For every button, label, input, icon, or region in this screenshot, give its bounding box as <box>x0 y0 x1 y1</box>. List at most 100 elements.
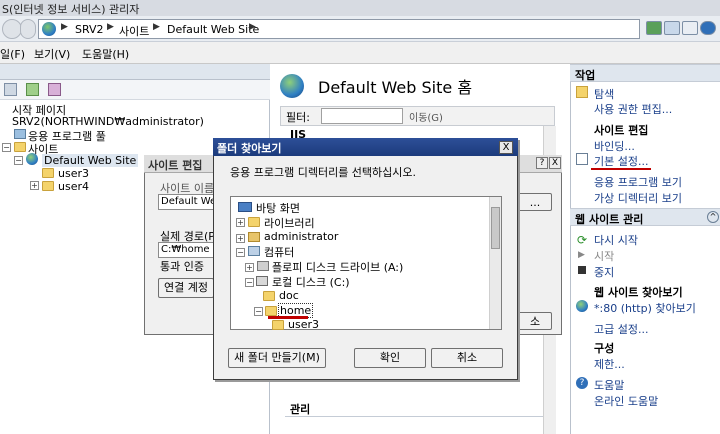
connect-icon[interactable] <box>26 83 39 96</box>
start-link: 시작 <box>594 250 615 263</box>
globe-icon <box>42 22 56 36</box>
help-icon[interactable] <box>700 21 716 35</box>
folder-tree-scrollbar[interactable] <box>489 197 501 329</box>
bindings-link[interactable]: 바인딩... <box>594 138 635 154</box>
globe-icon <box>280 74 304 98</box>
go-button[interactable]: 이동(G) <box>409 109 443 124</box>
connect-as-button[interactable]: 연결 계정 <box>158 278 214 298</box>
expand-icon[interactable]: + <box>30 181 39 190</box>
filter-label: 필터: <box>286 111 310 124</box>
manage-site-header: 웹 사이트 관리 <box>570 208 720 226</box>
chevron-right-icon: ▶ <box>249 22 256 32</box>
expand-icon[interactable]: + <box>236 234 245 243</box>
folder-icon <box>42 168 54 178</box>
forward-button[interactable] <box>20 19 36 39</box>
folder-item-floppy[interactable]: 플로피 디스크 드라이브 (A:) <box>272 259 403 275</box>
edit-site-dialog-title: 사이트 편집 <box>148 159 203 172</box>
stop-icon[interactable] <box>664 21 680 35</box>
folder-item-desktop[interactable]: 바탕 화면 <box>256 200 300 216</box>
cancel-button-partial[interactable]: 소 <box>518 312 552 330</box>
collapse-icon[interactable]: − <box>245 278 254 287</box>
new-folder-button[interactable]: 새 폴더 만들기(M) <box>228 348 326 368</box>
expand-icon[interactable]: + <box>245 263 254 272</box>
browse-80-link[interactable]: *:80 (http) 찾아보기 <box>594 300 696 316</box>
group-manage: 관리 <box>290 403 311 416</box>
filter-input[interactable] <box>321 108 403 124</box>
scroll-thumb[interactable] <box>491 207 500 249</box>
folder-icon <box>14 142 26 152</box>
folder-item-libraries[interactable]: 라이브러리 <box>264 215 315 231</box>
app-pool-icon <box>14 129 26 139</box>
restart-icon: ⟳ <box>577 233 588 247</box>
breadcrumb-server[interactable]: SRV2 <box>75 23 104 36</box>
folder-item-computer[interactable]: 컴퓨터 <box>264 244 294 260</box>
help-link[interactable]: 도움말 <box>594 377 624 393</box>
view-applications-link[interactable]: 응용 프로그램 보기 <box>594 174 682 190</box>
menu-view[interactable]: 보기(V) <box>34 46 70 62</box>
restart-link[interactable]: 다시 시작 <box>594 232 638 248</box>
collapse-icon[interactable]: − <box>14 156 23 165</box>
advanced-settings-link[interactable]: 고급 설정... <box>594 321 648 337</box>
collapse-icon[interactable]: − <box>254 307 263 316</box>
physical-path-field[interactable]: C:₩home <box>158 242 216 258</box>
close-icon[interactable]: X <box>499 141 513 154</box>
window-title: S(인터넷 정보 서비스) 관리자 <box>2 3 140 16</box>
folder-icon <box>42 181 54 191</box>
collapse-icon[interactable]: − <box>236 248 245 257</box>
tree-item-default-web-site[interactable]: Default Web Site <box>42 154 139 167</box>
tree-item-user3[interactable]: user3 <box>58 167 89 180</box>
basic-settings-link[interactable]: 기본 설정... <box>594 153 648 169</box>
chevron-up-icon[interactable]: ^ <box>707 211 719 223</box>
folder-item-local-disk[interactable]: 로컬 디스크 (C:) <box>272 274 350 290</box>
user-folder-icon <box>248 232 260 242</box>
browse-path-button[interactable]: ... <box>518 193 552 211</box>
online-help-link[interactable]: 온라인 도움말 <box>594 393 658 409</box>
connections-toolbar <box>0 80 270 100</box>
home-icon[interactable] <box>682 21 698 35</box>
actions-panel <box>570 64 720 434</box>
breadcrumb-site[interactable]: Default Web Site <box>167 23 259 36</box>
expand-icon[interactable]: + <box>236 218 245 227</box>
help-icon: ? <box>576 377 588 389</box>
browse-instruction: 응용 프로그램 디렉터리를 선택하십시오. <box>230 166 417 179</box>
view-virtual-dirs-link[interactable]: 가상 디렉터리 보기 <box>594 190 682 206</box>
window-titlebar: S(인터넷 정보 서비스) 관리자 <box>0 0 720 16</box>
chevron-right-icon: ▶ <box>153 22 160 32</box>
menu-file[interactable]: 일(F) <box>0 46 25 62</box>
tree-item-user4[interactable]: user4 <box>58 180 89 193</box>
browse-icon <box>576 300 588 312</box>
save-icon[interactable] <box>4 83 17 96</box>
menu-help[interactable]: 도움말(H) <box>82 46 129 62</box>
group-divider <box>285 416 545 417</box>
cancel-button[interactable]: 취소 <box>431 348 503 368</box>
passthrough-auth-label: 통과 인증 <box>160 260 204 273</box>
folder-open-icon <box>265 306 277 316</box>
folder-item-doc[interactable]: doc <box>279 289 299 302</box>
folder-icon <box>272 320 284 330</box>
collapse-icon[interactable]: − <box>2 143 11 152</box>
library-icon <box>248 217 260 227</box>
folder-item-user3[interactable]: user3 <box>288 318 319 331</box>
back-button[interactable] <box>2 19 22 39</box>
tree-item-server[interactable]: SRV2(NORTHWIND₩administrator) <box>12 115 204 128</box>
ok-button[interactable]: 확인 <box>354 348 426 368</box>
menu-bar: 일(F) 보기(V) 도움말(H) <box>0 42 720 64</box>
stop-icon <box>578 266 586 274</box>
breadcrumb-sites[interactable]: 사이트 <box>119 23 149 39</box>
dialog-help-button[interactable]: ? <box>536 157 548 169</box>
dialog-close-button[interactable]: X <box>549 157 561 169</box>
edit-permissions-link[interactable]: 사용 권한 편집... <box>594 101 672 117</box>
globe-icon <box>26 153 38 165</box>
highlight-underline <box>591 168 651 170</box>
address-bar[interactable]: ▶ SRV2 ▶ 사이트 ▶ Default Web Site ▶ <box>38 19 640 39</box>
chevron-right-icon: ▶ <box>107 22 114 32</box>
stop-link[interactable]: 중지 <box>594 264 614 280</box>
refresh-icon[interactable] <box>646 21 662 35</box>
page-title: Default Web Site 홈 <box>318 78 473 97</box>
site-name-field[interactable]: Default Web <box>158 194 216 210</box>
browse-site-header: 웹 사이트 찾아보기 <box>594 286 683 299</box>
folder-item-administrator[interactable]: administrator <box>264 230 338 243</box>
explore-link[interactable]: 탐색 <box>594 86 614 102</box>
limits-link[interactable]: 제한... <box>594 356 625 372</box>
disconnect-icon[interactable] <box>48 83 61 96</box>
